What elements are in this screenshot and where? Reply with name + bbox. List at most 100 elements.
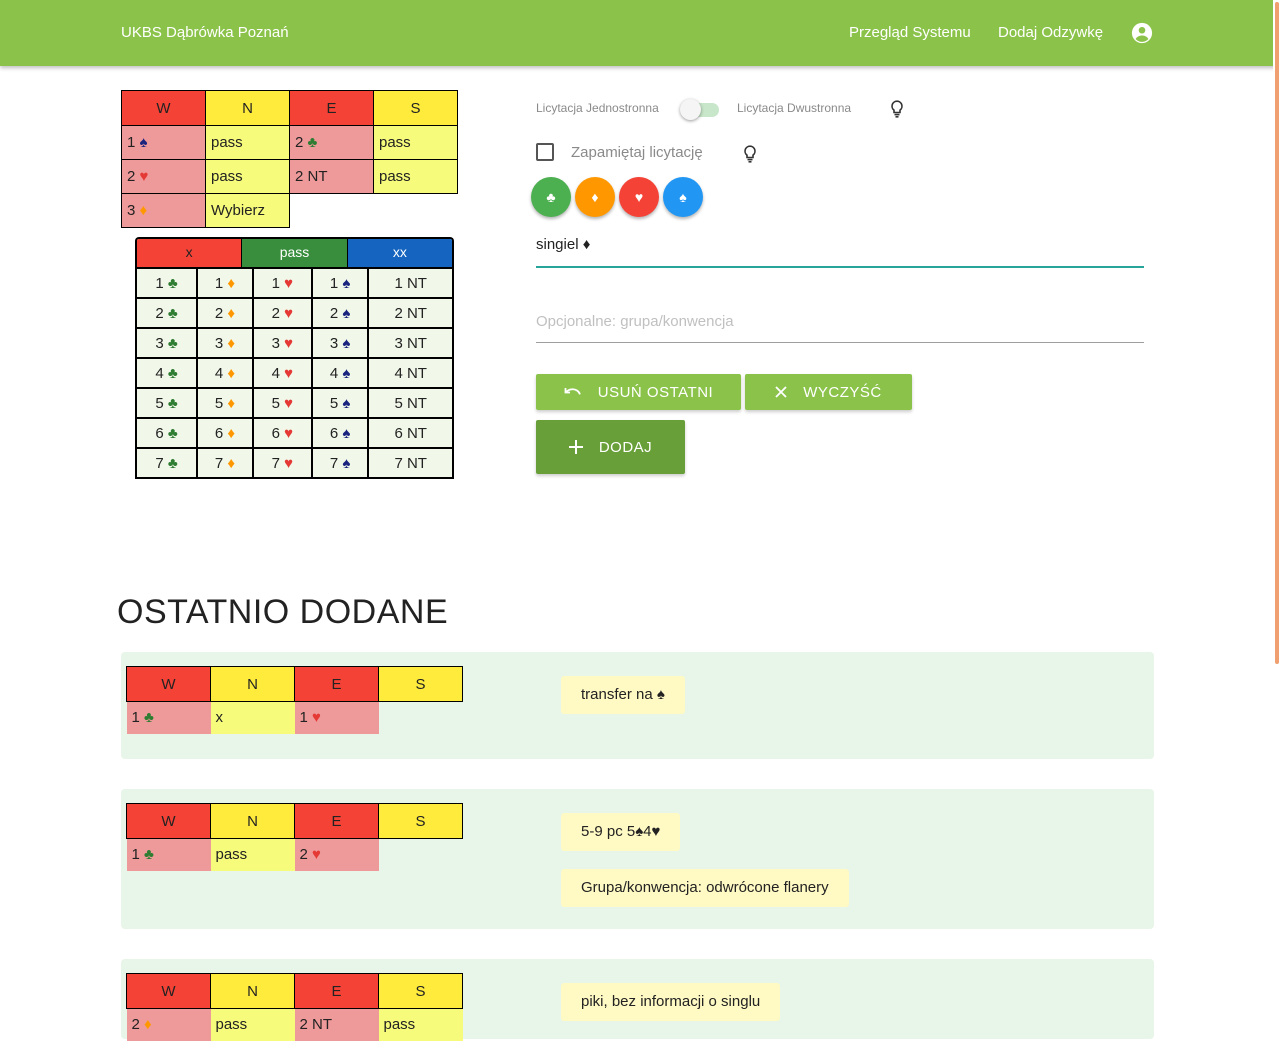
meaning-input-underline <box>536 266 1144 268</box>
bid-option-1-spade[interactable]: 1 ♠ <box>310 267 370 299</box>
bid-option-5-heart[interactable]: 5 ♥ <box>251 387 313 419</box>
convention-group-note: Grupa/konwencja: odwrócone flanery <box>561 869 849 907</box>
recent-item: W N E S 1 ♣ x 1 ♥ transfer na ♠ <box>121 652 1154 759</box>
bid-option-4-heart[interactable]: 4 ♥ <box>251 357 313 389</box>
club-icon: ♣ <box>307 134 318 151</box>
club-button[interactable]: ♣ <box>531 177 571 217</box>
bid-cell: 2 NT <box>289 159 374 194</box>
heart-button[interactable]: ♥ <box>619 177 659 217</box>
group-input[interactable]: Opcjonalne: grupa/konwencja <box>536 313 734 330</box>
bid-option-3-spade[interactable]: 3 ♠ <box>310 327 370 359</box>
seat-w-header: W <box>126 973 211 1009</box>
lightbulb-icon[interactable] <box>743 145 757 163</box>
brand-title[interactable]: UKBS Dąbrówka Poznań <box>121 24 289 41</box>
seat-e-header: E <box>294 803 379 839</box>
account-circle-icon[interactable] <box>1131 22 1153 44</box>
recent-section-title: OSTATNIO DODANE <box>117 593 449 631</box>
meaning-input[interactable]: singiel ♦ <box>536 236 590 253</box>
club-icon: ♣ <box>167 424 178 442</box>
bid-option-2-diamond[interactable]: 2 ♦ <box>196 297 254 329</box>
nav-system-overview[interactable]: Przegląd Systemu <box>849 24 971 41</box>
heart-icon: ♥ <box>312 709 321 727</box>
bid-option-5-diamond[interactable]: 5 ♦ <box>196 387 254 419</box>
bid-cell: 1 ♥ <box>294 701 379 734</box>
redouble-button[interactable]: xx <box>347 239 452 267</box>
bid-option-6-nt[interactable]: 6 NT <box>367 417 454 449</box>
bid-grid: 1 ♣ 1 ♦ 1 ♥ 1 ♠ 1 NT 2 ♣ 2 ♦ 2 ♥ 2 ♠ 2 NT 3 ♣ 3 ♦ 3 … <box>135 267 454 479</box>
heart-icon: ♥ <box>284 394 294 412</box>
diamond-icon: ♦ <box>139 202 148 219</box>
add-button[interactable]: DODAJ <box>536 420 685 474</box>
diamond-icon: ♦ <box>227 334 236 352</box>
bid-option-6-club[interactable]: 6 ♣ <box>135 417 198 449</box>
bid-option-7-diamond[interactable]: 7 ♦ <box>196 447 254 479</box>
nt-label: NT <box>406 304 427 322</box>
remember-bidding-label[interactable]: Zapamiętaj licytację <box>571 144 703 161</box>
top-app-bar: UKBS Dąbrówka Poznań Przegląd Systemu Do… <box>0 0 1280 66</box>
heart-icon: ♥ <box>139 168 149 185</box>
bid-option-4-nt[interactable]: 4 NT <box>367 357 454 389</box>
bid-option-1-heart[interactable]: 1 ♥ <box>251 267 313 299</box>
bid-select-cell[interactable]: Wybierz <box>205 193 290 228</box>
bid-option-1-nt[interactable]: 1 NT <box>367 267 454 299</box>
club-icon: ♣ <box>144 846 154 864</box>
bid-option-7-club[interactable]: 7 ♣ <box>135 447 198 479</box>
spade-icon: ♠ <box>342 364 351 382</box>
bid-option-3-club[interactable]: 3 ♣ <box>135 327 198 359</box>
bid-option-2-nt[interactable]: 2 NT <box>367 297 454 329</box>
diamond-icon: ♦ <box>227 454 236 472</box>
spade-icon: ♠ <box>139 134 148 151</box>
nav-add-bid[interactable]: Dodaj Odzywkę <box>998 24 1103 41</box>
bid-meaning-note: 5-9 pc 5♠4♥ <box>561 813 681 851</box>
bid-option-2-club[interactable]: 2 ♣ <box>135 297 198 329</box>
bidding-mode-toggle[interactable] <box>680 99 701 120</box>
bid-option-5-spade[interactable]: 5 ♠ <box>310 387 370 419</box>
double-button[interactable]: x <box>137 239 242 267</box>
spade-button[interactable]: ♠ <box>663 177 703 217</box>
heart-icon: ♥ <box>284 454 294 472</box>
diamond-button[interactable]: ♦ <box>575 177 615 217</box>
bid-option-7-heart[interactable]: 7 ♥ <box>251 447 313 479</box>
bid-cell: 2 ♥ <box>121 159 206 194</box>
bid-option-6-spade[interactable]: 6 ♠ <box>310 417 370 449</box>
remember-bidding-checkbox[interactable] <box>536 143 554 161</box>
group-input-underline <box>536 342 1144 343</box>
bid-picker: x pass xx 1 ♣ 1 ♦ 1 ♥ 1 ♠ 1 NT 2 ♣ 2 ♦ 2 ♥ 2 ♠ 2 … <box>135 237 454 479</box>
bid-cell: pass <box>373 125 458 160</box>
bid-option-2-heart[interactable]: 2 ♥ <box>251 297 313 329</box>
bid-option-5-nt[interactable]: 5 NT <box>367 387 454 419</box>
nt-label: NT <box>406 364 427 382</box>
bid-option-4-club[interactable]: 4 ♣ <box>135 357 198 389</box>
bid-option-5-club[interactable]: 5 ♣ <box>135 387 198 419</box>
bid-option-2-spade[interactable]: 2 ♠ <box>310 297 370 329</box>
bid-meaning-note: transfer na ♠ <box>561 676 685 714</box>
bid-option-3-heart[interactable]: 3 ♥ <box>251 327 313 359</box>
spade-icon: ♠ <box>342 304 351 322</box>
bid-option-4-diamond[interactable]: 4 ♦ <box>196 357 254 389</box>
bid-option-7-nt[interactable]: 7 NT <box>367 447 454 479</box>
bid-option-1-club[interactable]: 1 ♣ <box>135 267 198 299</box>
seat-s-header: S <box>378 973 463 1009</box>
clear-button[interactable]: WYCZYŚĆ <box>745 374 912 410</box>
scrollbar-thumb[interactable] <box>1275 2 1279 664</box>
bid-option-3-diamond[interactable]: 3 ♦ <box>196 327 254 359</box>
bid-cell: 2 ♦ <box>126 1008 211 1041</box>
bid-option-7-spade[interactable]: 7 ♠ <box>310 447 370 479</box>
two-sided-label: Licytacja Dwustronna <box>737 101 852 115</box>
diamond-icon: ♦ <box>227 394 236 412</box>
lightbulb-icon[interactable] <box>890 100 904 118</box>
heart-icon: ♥ <box>284 424 294 442</box>
undo-last-button[interactable]: USUŃ OSTATNI <box>536 374 741 410</box>
bid-option-6-heart[interactable]: 6 ♥ <box>251 417 313 449</box>
bid-option-4-spade[interactable]: 4 ♠ <box>310 357 370 389</box>
bid-option-1-diamond[interactable]: 1 ♦ <box>196 267 254 299</box>
heart-icon: ♥ <box>284 364 294 382</box>
bid-cell: 2 ♣ <box>289 125 374 160</box>
seat-n-header: N <box>205 90 290 126</box>
diamond-icon: ♦ <box>227 304 236 322</box>
seat-e-header: E <box>289 90 374 126</box>
bid-option-3-nt[interactable]: 3 NT <box>367 327 454 359</box>
bid-option-6-diamond[interactable]: 6 ♦ <box>196 417 254 449</box>
pass-button[interactable]: pass <box>241 239 348 267</box>
bid-cell: pass <box>373 159 458 194</box>
